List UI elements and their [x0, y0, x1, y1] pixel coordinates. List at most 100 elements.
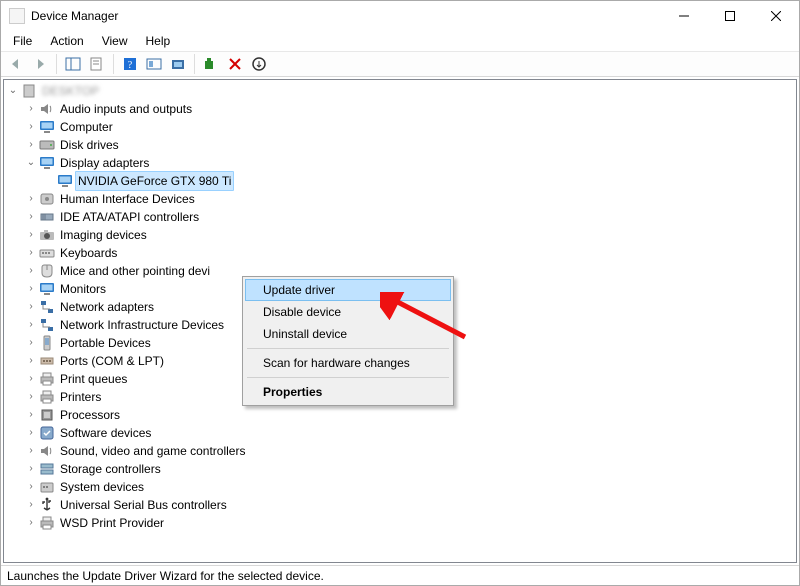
context-menu-item[interactable]: Disable device: [245, 301, 451, 323]
tree-category[interactable]: › Storage controllers: [6, 460, 796, 478]
chevron-right-icon[interactable]: ›: [24, 264, 38, 278]
chevron-right-icon[interactable]: ›: [24, 462, 38, 476]
category-label: Monitors: [58, 280, 108, 298]
tree-category[interactable]: ›WSD Print Provider: [6, 514, 796, 532]
chevron-right-icon[interactable]: ›: [24, 498, 38, 512]
toolbar-properties-button[interactable]: [86, 53, 108, 75]
menu-file[interactable]: File: [5, 32, 40, 50]
disk-icon: [39, 137, 55, 153]
toolbar-disable-button[interactable]: [248, 53, 270, 75]
category-label: Portable Devices: [58, 334, 153, 352]
chevron-down-icon[interactable]: ⌄: [6, 84, 20, 98]
device-tree-panel[interactable]: ⌄DESKTOP›Audio inputs and outputs›Comput…: [3, 79, 797, 563]
tree-root[interactable]: ⌄DESKTOP: [6, 82, 796, 100]
chevron-right-icon[interactable]: ›: [24, 282, 38, 296]
monitor-icon: [57, 173, 73, 189]
monitor-icon: [39, 281, 55, 297]
category-label: Network Infrastructure Devices: [58, 316, 226, 334]
chevron-down-icon[interactable]: ⌄: [24, 156, 38, 170]
tree-category[interactable]: ›Human Interface Devices: [6, 190, 796, 208]
tree-category[interactable]: › Computer: [6, 118, 796, 136]
tree-category[interactable]: › Universal Serial Bus controllers: [6, 496, 796, 514]
tree-category[interactable]: › System devices: [6, 478, 796, 496]
device-label: NVIDIA GeForce GTX 980 Ti: [75, 171, 234, 191]
context-menu-item[interactable]: Uninstall device: [245, 323, 451, 345]
toolbar-tree-button[interactable]: [62, 53, 84, 75]
toolbar-separator: [56, 54, 57, 74]
chevron-right-icon[interactable]: ›: [24, 480, 38, 494]
chevron-right-icon[interactable]: ›: [24, 192, 38, 206]
chevron-right-icon[interactable]: ›: [24, 138, 38, 152]
category-label: Display adapters: [58, 154, 151, 172]
portable-icon: [39, 335, 55, 351]
tree-category[interactable]: › Software devices: [6, 424, 796, 442]
chevron-right-icon[interactable]: ›: [24, 246, 38, 260]
tree-category[interactable]: › Imaging devices: [6, 226, 796, 244]
chevron-right-icon[interactable]: ›: [24, 336, 38, 350]
menu-action[interactable]: Action: [42, 32, 91, 50]
category-label: Software devices: [58, 424, 153, 442]
category-label: Print queues: [58, 370, 129, 388]
tree-category[interactable]: ›Audio inputs and outputs: [6, 100, 796, 118]
toolbar-help-button[interactable]: ?: [119, 53, 141, 75]
category-label: Universal Serial Bus controllers: [58, 496, 229, 514]
category-label: Computer: [58, 118, 115, 136]
context-menu-item[interactable]: Properties: [245, 381, 451, 403]
menu-view[interactable]: View: [94, 32, 136, 50]
computer-icon: [21, 83, 37, 99]
cpu-icon: [39, 407, 55, 423]
category-label: Storage controllers: [58, 460, 163, 478]
toolbar-forward-button[interactable]: [29, 53, 51, 75]
chevron-right-icon[interactable]: ›: [24, 300, 38, 314]
tree-device[interactable]: ·NVIDIA GeForce GTX 980 Ti: [6, 172, 796, 190]
chevron-right-icon[interactable]: ›: [24, 408, 38, 422]
toolbar-scan-button[interactable]: [143, 53, 165, 75]
chevron-right-icon[interactable]: ›: [24, 228, 38, 242]
chevron-right-icon[interactable]: ›: [24, 390, 38, 404]
chevron-right-icon[interactable]: ›: [24, 120, 38, 134]
toolbar-uninstall-button[interactable]: [224, 53, 246, 75]
chevron-right-icon[interactable]: ›: [24, 210, 38, 224]
category-label: Ports (COM & LPT): [58, 352, 166, 370]
keyboard-icon: [39, 245, 55, 261]
category-label: System devices: [58, 478, 146, 496]
chevron-right-icon[interactable]: ›: [24, 516, 38, 530]
category-label: Imaging devices: [58, 226, 149, 244]
toolbar: ?: [1, 51, 799, 77]
chevron-right-icon[interactable]: ›: [24, 354, 38, 368]
speaker-icon: [39, 443, 55, 459]
chevron-right-icon[interactable]: ›: [24, 372, 38, 386]
monitor-icon: [39, 119, 55, 135]
tree-category[interactable]: › Keyboards: [6, 244, 796, 262]
device-manager-window: Device Manager File Action View Help: [0, 0, 800, 586]
maximize-button[interactable]: [707, 1, 753, 31]
category-label: Sound, video and game controllers: [58, 442, 247, 460]
titlebar: Device Manager: [1, 1, 799, 31]
tree-category[interactable]: ⌄ Display adapters: [6, 154, 796, 172]
speaker-icon: [39, 101, 55, 117]
network-icon: [39, 317, 55, 333]
toolbar-update-button[interactable]: [167, 53, 189, 75]
tree-category[interactable]: ›Processors: [6, 406, 796, 424]
context-menu-item[interactable]: Update driver: [245, 279, 451, 301]
chevron-right-icon[interactable]: ›: [24, 102, 38, 116]
category-label: Keyboards: [58, 244, 119, 262]
tree-category[interactable]: › Sound, video and game controllers: [6, 442, 796, 460]
statusbar: Launches the Update Driver Wizard for th…: [1, 565, 799, 585]
toolbar-back-button[interactable]: [5, 53, 27, 75]
menu-help[interactable]: Help: [138, 32, 179, 50]
context-menu-separator: [247, 348, 449, 349]
tree-category[interactable]: ›IDE ATA/ATAPI controllers: [6, 208, 796, 226]
chevron-right-icon[interactable]: ›: [24, 426, 38, 440]
printer-icon: [39, 515, 55, 531]
minimize-button[interactable]: [661, 1, 707, 31]
close-button[interactable]: [753, 1, 799, 31]
window-controls: [661, 1, 799, 31]
tree-category[interactable]: ›Disk drives: [6, 136, 796, 154]
system-icon: [39, 479, 55, 495]
software-icon: [39, 425, 55, 441]
chevron-right-icon[interactable]: ›: [24, 444, 38, 458]
toolbar-legacy-button[interactable]: [200, 53, 222, 75]
context-menu-item[interactable]: Scan for hardware changes: [245, 352, 451, 374]
chevron-right-icon[interactable]: ›: [24, 318, 38, 332]
